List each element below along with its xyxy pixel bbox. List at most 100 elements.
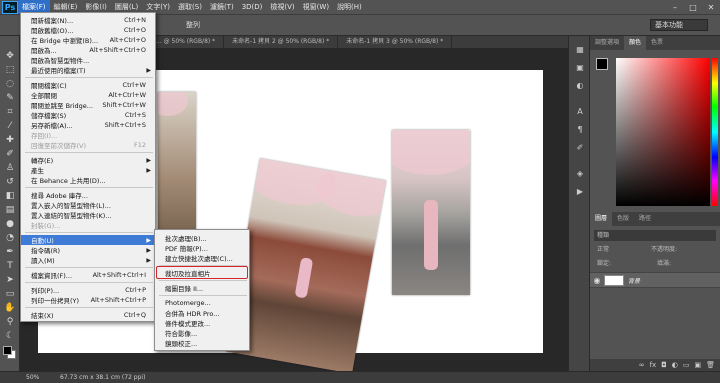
submenu-item-batch[interactable]: 批次處理(B)... <box>155 233 249 243</box>
color-panel-swatch[interactable] <box>596 58 608 70</box>
maximize-button[interactable]: □ <box>684 0 702 14</box>
menu-help[interactable]: 說明(H) <box>333 0 366 14</box>
type-tool-icon[interactable]: T <box>3 260 17 272</box>
eye-icon[interactable]: ◉ <box>590 276 604 285</box>
hue-slider[interactable] <box>712 58 718 206</box>
history-brush-tool-icon[interactable]: ↺ <box>3 176 17 188</box>
lasso-tool-icon[interactable]: ◌ <box>3 78 17 90</box>
group-icon[interactable]: ▭ <box>683 361 690 369</box>
tab-doc-2[interactable]: 未命名-1 拷貝 2 @ 50% (RGB/8) * <box>224 36 339 48</box>
path-select-tool-icon[interactable]: ➤ <box>3 274 17 286</box>
tab-paths[interactable]: 路徑 <box>634 212 656 226</box>
layer-row[interactable]: ◉ 背景 <box>590 272 720 288</box>
new-layer-icon[interactable]: ▣ <box>694 361 701 369</box>
submenu-item-lens-correction[interactable]: 鏡頭校正... <box>155 338 249 348</box>
menu-3d[interactable]: 3D(D) <box>238 0 267 14</box>
menu-item-print[interactable]: 列印(P)... Ctrl+P <box>21 285 155 295</box>
tab-adjust[interactable]: 調整選項 <box>590 36 624 50</box>
menu-item-close-bridge[interactable]: 關閉並跳至 Bridge... Shift+Ctrl+W <box>21 100 155 110</box>
menu-item-print-one[interactable]: 列印一份拷貝(Y) Alt+Shift+Ctrl+P <box>21 295 155 305</box>
tab-layers[interactable]: 圖層 <box>590 212 613 226</box>
menu-item-new[interactable]: 開新檔案(N)... Ctrl+N <box>21 15 155 25</box>
mask-icon[interactable]: ◘ <box>661 361 667 369</box>
submenu-item-droplet[interactable]: 建立快捷批次處理(C)... <box>155 253 249 263</box>
tab-swatches[interactable]: 色票 <box>646 36 668 50</box>
submenu-item-pdf[interactable]: PDF 簡報(P)... <box>155 243 249 253</box>
minimize-button[interactable]: – <box>666 0 684 14</box>
hand-tool-icon[interactable]: ✋ <box>3 302 17 314</box>
submenu-item-contact-sheet[interactable]: 縮圖目錄 II... <box>155 283 249 293</box>
separator <box>25 187 153 188</box>
tab-channels[interactable]: 色版 <box>612 212 634 226</box>
menu-window[interactable]: 視窗(W) <box>299 0 333 14</box>
submenu-item-conditional-mode[interactable]: 條件模式更改... <box>155 318 249 328</box>
menu-item-save-as[interactable]: 另存新檔(A)... Shift+Ctrl+S <box>21 120 155 130</box>
blend-mode-select[interactable]: 正常 <box>597 246 609 253</box>
adjustment-layer-icon[interactable]: ◐ <box>672 361 678 369</box>
clone-stamp-tool-icon[interactable]: ♙ <box>3 162 17 174</box>
menu-item-place-embedded[interactable]: 置入嵌入的智慧型物件(L)... <box>21 200 155 210</box>
menu-item-behance[interactable]: 在 Behance 上共用(D)... <box>21 175 155 185</box>
menu-item-close-all[interactable]: 全部關閉 Alt+Ctrl+W <box>21 90 155 100</box>
menu-item-open-smart[interactable]: 開啟為智慧型物件... <box>21 55 155 65</box>
tab-doc-3[interactable]: 未命名-1 拷貝 3 @ 50% (RGB/8) * <box>338 36 453 48</box>
menu-view[interactable]: 檢視(V) <box>266 0 298 14</box>
layer-filter[interactable]: 種類 <box>594 230 716 241</box>
character-icon[interactable]: A <box>574 106 586 117</box>
layer-name[interactable]: 背景 <box>628 276 640 285</box>
pen-tool-icon[interactable]: ✒ <box>3 246 17 258</box>
color-picker-field[interactable] <box>616 58 710 206</box>
shape-tool-icon[interactable]: ▭ <box>3 288 17 300</box>
menu-item-place-linked[interactable]: 置入連結的智慧型物件(K)... <box>21 210 155 220</box>
menu-item-recent[interactable]: 最近使用的檔案(T) ▶ <box>21 65 155 76</box>
menu-item-open-as[interactable]: 開啟為... Alt+Shift+Ctrl+O <box>21 45 155 55</box>
menu-item-bridge[interactable]: 在 Bridge 中瀏覽(B)... Alt+Ctrl+O <box>21 35 155 45</box>
menu-filter[interactable]: 濾鏡(T) <box>206 0 238 14</box>
menu-item-save[interactable]: 儲存檔案(S) Ctrl+S <box>21 110 155 120</box>
menu-item-exit[interactable]: 結束(X) Ctrl+Q <box>21 310 155 320</box>
menu-item-file-info[interactable]: 檔案資訊(F)... Alt+Shift+Ctrl+I <box>21 270 155 280</box>
actions-icon[interactable]: ▶ <box>574 186 586 197</box>
properties-icon[interactable]: ▣ <box>574 62 586 73</box>
menu-item-close[interactable]: 關閉檔案(C) Ctrl+W <box>21 80 155 90</box>
crop-tool-icon[interactable]: ⌗ <box>3 106 17 118</box>
menu-item-import[interactable]: 讀入(M) ▶ <box>21 255 155 266</box>
blur-tool-icon[interactable]: ● <box>3 218 17 230</box>
menu-select[interactable]: 選取(S) <box>174 0 206 14</box>
submenu-item-photomerge[interactable]: Photomerge... <box>155 298 249 308</box>
foreground-color-swatch[interactable] <box>3 346 12 355</box>
healing-brush-tool-icon[interactable]: ✚ <box>3 134 17 146</box>
submenu-item-fit-image[interactable]: 符合影像... <box>155 328 249 338</box>
marquee-tool-icon[interactable]: ⬚ <box>3 64 17 76</box>
history-icon[interactable]: ▦ <box>574 44 586 55</box>
brush-tool-icon[interactable]: ✐ <box>3 148 17 160</box>
zoom-level[interactable]: 50% <box>26 374 39 381</box>
menu-item-automate[interactable]: 自動(U) ▶ <box>21 235 155 245</box>
zoom-tool-icon[interactable]: ⚲ <box>3 316 17 328</box>
dodge-tool-icon[interactable]: ◔ <box>3 232 17 244</box>
separator <box>25 307 153 308</box>
quick-select-tool-icon[interactable]: ✎ <box>3 92 17 104</box>
menu-item-open[interactable]: 開啟舊檔(O)... Ctrl+O <box>21 25 155 35</box>
paragraph-icon[interactable]: ¶ <box>574 124 586 135</box>
link-icon[interactable]: ∞ <box>639 361 645 369</box>
menu-item-export[interactable]: 轉存(E) ▶ <box>21 155 155 166</box>
menu-item-generate[interactable]: 產生 ▶ <box>21 165 155 176</box>
eyedropper-tool-icon[interactable]: ⁄ <box>3 120 17 132</box>
workspace-select[interactable]: 基本功能 <box>650 19 708 31</box>
move-tool-icon[interactable]: ✥ <box>3 50 17 62</box>
eraser-tool-icon[interactable]: ◧ <box>3 190 17 202</box>
gradient-tool-icon[interactable]: ▤ <box>3 204 17 216</box>
tab-color[interactable]: 顏色 <box>624 36 647 50</box>
styles-icon[interactable]: ◈ <box>574 168 586 179</box>
adjustments-icon[interactable]: ◐ <box>574 80 586 91</box>
menu-item-scripts[interactable]: 指令碼(R) ▶ <box>21 245 155 256</box>
brush-settings-icon[interactable]: ✐ <box>574 142 586 153</box>
fx-icon[interactable]: fx <box>650 361 657 369</box>
menu-item-adobe-stock[interactable]: 搜尋 Adobe 庫存... <box>21 190 155 200</box>
close-button[interactable]: ✕ <box>702 0 720 14</box>
right-panels: 調整選項 顏色 色票 圖層 色版 路徑 種類 正常 不透明度: 鎖定: 填滿: … <box>590 36 720 371</box>
submenu-item-hdr[interactable]: 合併為 HDR Pro... <box>155 308 249 318</box>
trash-icon[interactable]: 🗑 <box>706 361 715 369</box>
banana-icon[interactable]: ☾ <box>3 330 17 342</box>
